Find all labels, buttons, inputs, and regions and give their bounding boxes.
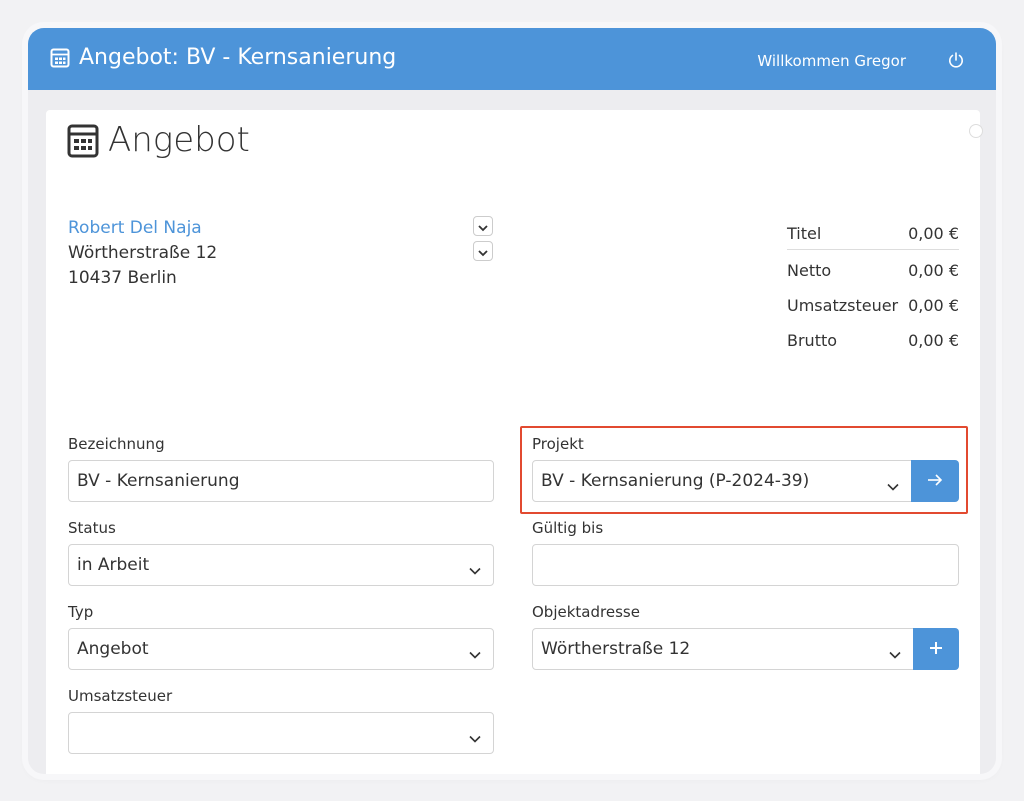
totals-row: Brutto 0,00 € bbox=[787, 331, 959, 350]
totals-row: Titel 0,00 € bbox=[787, 218, 959, 250]
totals-row: Umsatzsteuer 0,00 € bbox=[787, 296, 959, 315]
calculator-icon bbox=[67, 124, 99, 162]
status-select[interactable]: in Arbeit bbox=[68, 544, 494, 586]
customer-city: 10437 Berlin bbox=[68, 268, 177, 288]
window-title: Angebot: BV - Kernsanierung bbox=[79, 45, 397, 70]
bezeichnung-input[interactable]: BV - Kernsanierung bbox=[68, 460, 494, 502]
page-title: Angebot bbox=[108, 120, 250, 160]
gueltig-bis-label: Gültig bis bbox=[532, 519, 604, 537]
typ-select[interactable]: Angebot bbox=[68, 628, 494, 670]
umsatzsteuer-label: Umsatzsteuer bbox=[68, 687, 173, 705]
chevron-down-icon bbox=[889, 644, 901, 664]
welcome-text: Willkommen Gregor bbox=[757, 52, 906, 70]
totals-row: Netto 0,00 € bbox=[787, 261, 959, 280]
gueltig-bis-input[interactable] bbox=[532, 544, 959, 586]
umsatzsteuer-select[interactable] bbox=[68, 712, 494, 754]
objektadresse-label: Objektadresse bbox=[532, 603, 640, 621]
chevron-down-icon bbox=[478, 242, 488, 261]
power-icon[interactable] bbox=[948, 52, 964, 73]
typ-label: Typ bbox=[68, 603, 94, 621]
projekt-highlight-box bbox=[520, 426, 968, 514]
totals-table: Titel 0,00 € Netto 0,00 € Umsatzsteuer 0,00… bbox=[787, 218, 959, 358]
chevron-down-icon bbox=[469, 644, 481, 664]
app-window: Angebot: BV - Kernsanierung Willkommen G… bbox=[28, 28, 996, 774]
add-address-button[interactable] bbox=[913, 628, 959, 670]
bezeichnung-label: Bezeichnung bbox=[68, 435, 165, 453]
customer-name-link[interactable]: Robert Del Naja bbox=[68, 216, 217, 241]
chevron-down-icon bbox=[478, 217, 488, 236]
scroll-indicator[interactable] bbox=[969, 124, 983, 138]
plus-icon bbox=[929, 640, 943, 659]
status-label: Status bbox=[68, 519, 116, 537]
customer-street: Wörtherstraße 12 bbox=[68, 243, 218, 263]
objektadresse-select[interactable]: Wörtherstraße 12 bbox=[532, 628, 914, 670]
address-dropdown-button[interactable] bbox=[473, 241, 493, 261]
customer-dropdown-button[interactable] bbox=[473, 216, 493, 236]
chevron-down-icon bbox=[469, 728, 481, 748]
chevron-down-icon bbox=[469, 560, 481, 580]
customer-address: Robert Del Naja Wörtherstraße 12 10437 B… bbox=[68, 216, 217, 291]
top-bar: Angebot: BV - Kernsanierung Willkommen G… bbox=[28, 28, 996, 90]
calculator-icon bbox=[50, 48, 70, 72]
